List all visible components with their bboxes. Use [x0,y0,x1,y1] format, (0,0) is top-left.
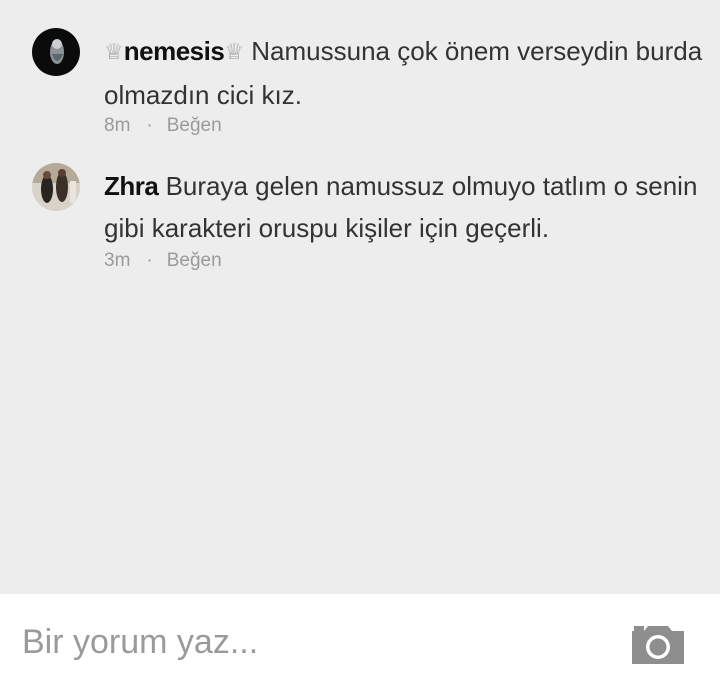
comment-time: 3m [104,250,131,271]
avatar[interactable] [32,28,80,76]
comment-time: 8m [104,115,131,136]
comment-meta: 8m · Beğen [104,115,704,137]
crown-icon: ♕ [224,39,245,64]
camera-icon[interactable] [630,622,686,666]
crown-icon: ♕ [104,39,124,64]
comment-text: Buraya gelen namussuz olmuyo tatlım o se… [104,171,698,243]
avatar[interactable] [32,163,80,211]
comment-author[interactable]: nemesis [124,36,225,66]
like-button[interactable]: Beğen [167,115,222,136]
comment-body: Zhra Buraya gelen namussuz olmuyo tatlım… [104,165,704,249]
comment-composer [0,594,720,694]
separator-dot: · [146,250,153,271]
comment-author[interactable]: Zhra [104,171,159,201]
separator-dot: · [146,115,153,136]
comment-input[interactable] [20,616,604,668]
like-button[interactable]: Beğen [167,250,222,271]
comment-body: ♕nemesis♕ Namussuna çok önem verseydin b… [104,30,704,116]
comments-list: ♕nemesis♕ Namussuna çok önem verseydin b… [0,0,720,594]
comment-meta: 3m · Beğen [104,250,704,272]
